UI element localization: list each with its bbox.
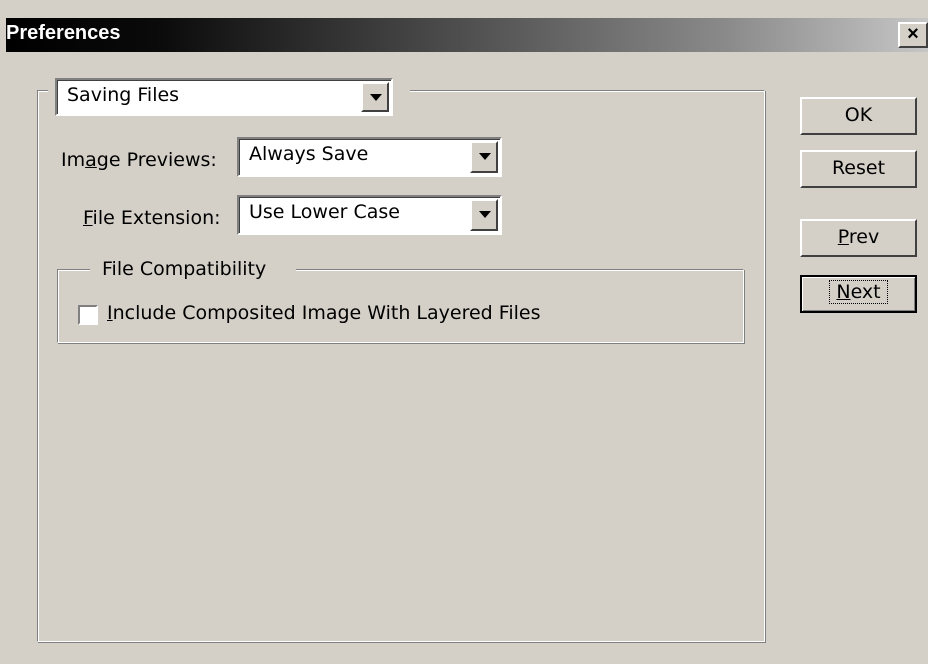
file-extension-select[interactable]: Use Lower Case: [237, 195, 502, 235]
reset-button[interactable]: Reset: [800, 150, 917, 188]
next-button[interactable]: Next: [800, 275, 917, 313]
file-extension-label: File Extension:: [83, 207, 221, 229]
ok-button[interactable]: OK: [800, 97, 917, 135]
file-extension-value: Use Lower Case: [249, 201, 400, 223]
category-select[interactable]: Saving Files: [55, 78, 393, 116]
file-extension-dropdown-arrow-icon[interactable]: [470, 199, 498, 231]
title-bar: Preferences ×: [0, 0, 928, 58]
image-previews-dropdown-arrow-icon[interactable]: [470, 141, 498, 173]
next-button-focus-ring: Next: [829, 280, 888, 304]
image-previews-value: Always Save: [249, 143, 369, 165]
category-dropdown-arrow-icon[interactable]: [361, 82, 389, 112]
include-composite-checkbox[interactable]: [78, 305, 98, 325]
close-button[interactable]: ×: [898, 22, 928, 48]
file-compatibility-legend: File Compatibility: [102, 258, 267, 280]
prev-button[interactable]: Prev: [800, 219, 917, 257]
include-composite-label[interactable]: Include Composited Image With Layered Fi…: [107, 302, 540, 324]
category-select-value: Saving Files: [67, 84, 180, 106]
close-icon[interactable]: ×: [907, 23, 919, 45]
window-title: Preferences: [6, 22, 121, 44]
image-previews-select[interactable]: Always Save: [237, 137, 502, 177]
title-bar-gradient: [6, 18, 928, 52]
image-previews-label: Image Previews:: [61, 149, 217, 171]
